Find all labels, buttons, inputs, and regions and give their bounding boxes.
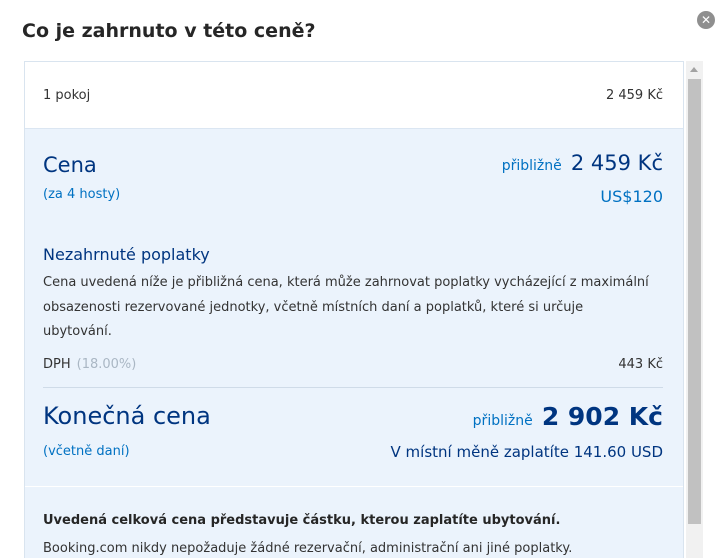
approx-label: přibližně bbox=[501, 158, 562, 174]
scrollbar[interactable] bbox=[686, 61, 703, 558]
vat-percent: (18.00%) bbox=[76, 357, 137, 372]
excluded-fees-text: Cena uvedená níže je přibližná cena, kte… bbox=[43, 275, 649, 339]
vat-row: DPH (18.00%) bbox=[43, 357, 136, 372]
price-section: Cena (za 4 hosty) přibližně 2 459 Kč US$… bbox=[25, 129, 683, 486]
room-amount: 2 459 Kč bbox=[605, 88, 663, 103]
final-approx-label: přibližně bbox=[472, 413, 533, 429]
price-usd: US$120 bbox=[600, 187, 663, 206]
price-label: Cena bbox=[43, 153, 97, 177]
vat-label: DPH bbox=[43, 357, 71, 372]
footer-note: Uvedená celková cena představuje částku,… bbox=[25, 487, 683, 558]
local-currency-note: V místní měně zaplatíte 141.60 USD bbox=[390, 443, 663, 461]
scroll-up-icon[interactable] bbox=[690, 67, 698, 72]
price-amount: 2 459 Kč bbox=[570, 151, 663, 175]
price-breakdown-panel: 1 pokoj 2 459 Kč Cena (za 4 hosty) přibl… bbox=[24, 61, 684, 558]
close-icon[interactable]: ✕ bbox=[697, 11, 715, 29]
final-price-label: Konečná cena bbox=[43, 402, 211, 430]
room-label: 1 pokoj bbox=[43, 88, 91, 103]
footer-text: Booking.com nikdy nepožaduje žádné rezer… bbox=[43, 541, 573, 556]
scrollbar-thumb[interactable] bbox=[688, 79, 701, 524]
footer-bold-text: Uvedená celková cena představuje částku,… bbox=[43, 513, 561, 528]
price-amount-group: přibližně 2 459 Kč bbox=[502, 151, 663, 175]
vat-amount: 443 Kč bbox=[618, 357, 663, 372]
dialog-title: Co je zahrnuto v této ceně? bbox=[22, 20, 316, 42]
final-price-group: přibližně 2 902 Kč bbox=[473, 402, 663, 431]
guests-label: (za 4 hosty) bbox=[43, 187, 121, 202]
room-row: 1 pokoj 2 459 Kč bbox=[25, 62, 683, 129]
divider bbox=[43, 387, 663, 388]
excluded-fees-title: Nezahrnuté poplatky bbox=[43, 245, 210, 264]
final-price-sub: (včetně daní) bbox=[43, 444, 130, 459]
final-price-amount: 2 902 Kč bbox=[541, 402, 663, 431]
